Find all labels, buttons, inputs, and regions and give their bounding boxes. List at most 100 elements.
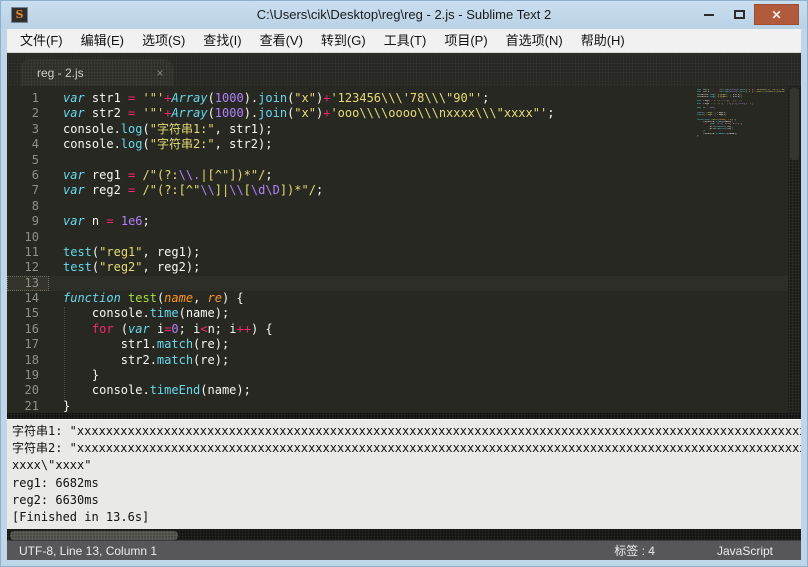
line-number[interactable]: 18 — [7, 353, 49, 368]
line-number[interactable]: 19 — [7, 368, 49, 383]
code-text: console.timeEnd(name); — [49, 383, 251, 398]
code-line[interactable]: 1var str1 = '"'+Array(1000).join("x")+'1… — [7, 91, 801, 106]
line-number[interactable]: 20 — [7, 383, 49, 398]
menu-item-find[interactable]: 查找(I) — [194, 29, 250, 52]
code-line[interactable]: 16 for (var i=0; i<n; i++) { — [7, 322, 801, 337]
line-number[interactable]: 21 — [7, 399, 49, 413]
line-number[interactable]: 7 — [7, 183, 49, 198]
code-editor[interactable]: 1var str1 = '"'+Array(1000).join("x")+'1… — [7, 86, 801, 413]
indent-guide — [64, 307, 65, 399]
minimize-icon — [704, 14, 714, 16]
code-text — [49, 276, 63, 291]
code-text — [49, 153, 63, 168]
status-tab-size[interactable]: 标签 : 4 — [614, 542, 655, 559]
code-text: var str2 = '"'+Array(1000).join("x")+'oo… — [49, 106, 554, 121]
code-text: function test(name, re) { — [49, 291, 244, 306]
line-number[interactable]: 2 — [7, 106, 49, 121]
close-button[interactable]: ✕ — [754, 4, 799, 25]
build-output-panel: 字符串1: "xxxxxxxxxxxxxxxxxxxxxxxxxxxxxxxxx… — [7, 419, 801, 529]
code-line[interactable]: 19 } — [7, 368, 801, 383]
code-line[interactable]: 9var n = 1e6; — [7, 214, 801, 229]
code-line[interactable]: 12test("reg2", reg2); — [7, 260, 801, 275]
code-text: test("reg1", reg1); — [49, 245, 200, 260]
sublime-window: S C:\Users\cik\Desktop\reg\reg - 2.js - … — [0, 0, 808, 567]
output-line: 字符串2: "xxxxxxxxxxxxxxxxxxxxxxxxxxxxxxxxx… — [12, 440, 801, 457]
menu-item-preferences[interactable]: 首选项(N) — [497, 29, 572, 52]
line-number[interactable]: 5 — [7, 153, 49, 168]
line-number[interactable]: 1 — [7, 91, 49, 106]
close-icon: ✕ — [771, 8, 781, 22]
code-text: console.log("字符串2:", str2); — [49, 137, 272, 152]
code-line[interactable]: 11test("reg1", reg1); — [7, 245, 801, 260]
status-bar: UTF-8, Line 13, Column 1 标签 : 4 JavaScri… — [7, 540, 801, 560]
code-line[interactable]: 17 str1.match(re); — [7, 337, 801, 352]
minimap[interactable]: var str1 = '"'+Array(1000).join("x")+'12… — [697, 89, 785, 141]
line-number[interactable]: 17 — [7, 337, 49, 352]
vertical-scrollbar[interactable] — [788, 86, 801, 413]
title-bar[interactable]: S C:\Users\cik\Desktop\reg\reg - 2.js - … — [1, 1, 807, 29]
code-text: test("reg2", reg2); — [49, 260, 200, 275]
line-number[interactable]: 8 — [7, 199, 49, 214]
code-text — [49, 230, 63, 245]
code-line[interactable]: 20 console.timeEnd(name); — [7, 383, 801, 398]
code-text: console.time(name); — [49, 306, 229, 321]
menu-item-view[interactable]: 查看(V) — [251, 29, 312, 52]
output-line: [Finished in 13.6s] — [12, 509, 801, 526]
line-number[interactable]: 14 — [7, 291, 49, 306]
tab-close-icon[interactable]: × — [147, 66, 173, 80]
maximize-icon — [734, 10, 745, 19]
code-text: } — [49, 399, 70, 413]
window-title: C:\Users\cik\Desktop\reg\reg - 2.js - Su… — [1, 1, 807, 29]
tab-bar: reg - 2.js × — [7, 53, 801, 86]
menu-item-project[interactable]: 项目(P) — [435, 29, 496, 52]
code-text: var n = 1e6; — [49, 214, 150, 229]
code-text: for (var i=0; i<n; i++) { — [49, 322, 273, 337]
line-number[interactable]: 15 — [7, 306, 49, 321]
menu-item-goto[interactable]: 转到(G) — [312, 29, 375, 52]
line-number[interactable]: 16 — [7, 322, 49, 337]
line-number[interactable]: 4 — [7, 137, 49, 152]
menu-item-tools[interactable]: 工具(T) — [375, 29, 436, 52]
code-line[interactable]: 5 — [7, 153, 801, 168]
menu-item-selection[interactable]: 选项(S) — [133, 29, 194, 52]
line-number[interactable]: 13 — [7, 276, 49, 291]
status-syntax[interactable]: JavaScript — [717, 544, 773, 558]
code-line[interactable]: 13 — [7, 276, 801, 291]
code-line[interactable]: 15 console.time(name); — [7, 306, 801, 321]
code-text — [49, 199, 63, 214]
menu-item-edit[interactable]: 编辑(E) — [72, 29, 133, 52]
code-line[interactable]: 4console.log("字符串2:", str2); — [7, 137, 801, 152]
line-number[interactable]: 6 — [7, 168, 49, 183]
menu-item-help[interactable]: 帮助(H) — [572, 29, 634, 52]
code-line[interactable]: 8 — [7, 199, 801, 214]
maximize-button[interactable] — [724, 4, 754, 25]
line-number[interactable]: 3 — [7, 122, 49, 137]
code-line[interactable]: 2var str2 = '"'+Array(1000).join("x")+'o… — [7, 106, 801, 121]
line-number[interactable]: 12 — [7, 260, 49, 275]
line-number[interactable]: 9 — [7, 214, 49, 229]
code-line[interactable]: 14function test(name, re) { — [7, 291, 801, 306]
line-number[interactable]: 11 — [7, 245, 49, 260]
horizontal-scrollbar-thumb[interactable] — [10, 531, 178, 540]
output-line: 字符串1: "xxxxxxxxxxxxxxxxxxxxxxxxxxxxxxxxx… — [12, 423, 801, 440]
window-controls: ✕ — [694, 4, 799, 25]
minimize-button[interactable] — [694, 4, 724, 25]
code-line[interactable]: 10 — [7, 230, 801, 245]
line-number[interactable]: 10 — [7, 230, 49, 245]
code-line[interactable]: 18 str2.match(re); — [7, 353, 801, 368]
code-line[interactable]: 3console.log("字符串1:", str1); — [7, 122, 801, 137]
vertical-scrollbar-thumb[interactable] — [790, 88, 799, 160]
editor-chrome: reg - 2.js × 1var str1 = '"'+Array(1000)… — [7, 53, 801, 542]
code-text: var str1 = '"'+Array(1000).join("x")+'12… — [49, 91, 489, 106]
code-text: str2.match(re); — [49, 353, 229, 368]
tab-label: reg - 2.js — [21, 66, 147, 80]
code-line[interactable]: 6var reg1 = /"(?:\\.|[^"])*"/; — [7, 168, 801, 183]
output-line: reg2: 6630ms — [12, 492, 801, 509]
output-line: xxxx\"xxxx" — [12, 457, 801, 474]
menu-item-file[interactable]: 文件(F) — [11, 29, 72, 52]
tab-reg-2-js[interactable]: reg - 2.js × — [21, 59, 173, 86]
code-line[interactable]: 21} — [7, 399, 801, 413]
code-text: } — [49, 368, 99, 383]
minimap-line: } — [697, 135, 785, 137]
code-line[interactable]: 7var reg2 = /"(?:[^"\\]|\\[\d\D])*"/; — [7, 183, 801, 198]
